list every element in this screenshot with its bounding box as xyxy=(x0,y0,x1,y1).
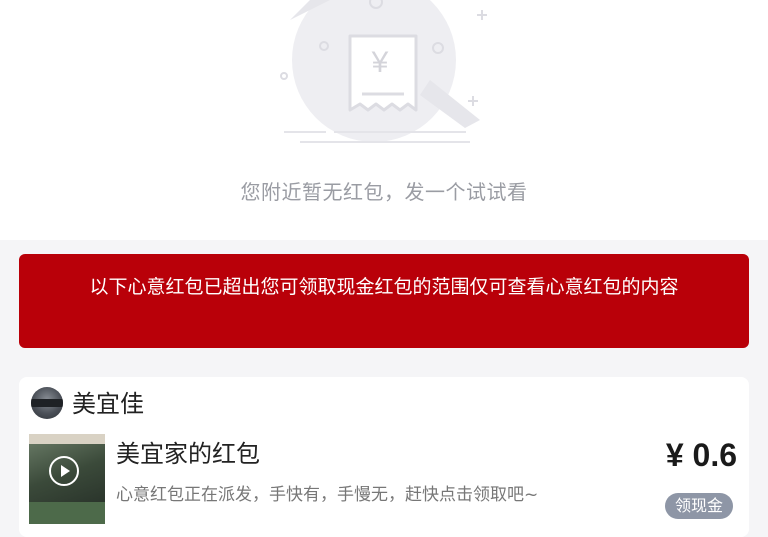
empty-state-message: 您附近暂无红包，发一个试试看 xyxy=(240,180,528,204)
packet-title: 美宜家的红包 xyxy=(116,440,260,468)
packet-amount: ¥ 0.6 xyxy=(665,437,737,473)
shop-avatar xyxy=(31,387,63,419)
packet-description: 心意红包正在派发，手快有，手慢无，赶快点击领取吧~ xyxy=(116,485,539,505)
claim-cash-button[interactable]: 领现金 xyxy=(665,493,733,519)
redpacket-card[interactable]: 美宜佳 美宜家的红包 心意红包正在派发，手快有，手慢无，赶快点击领取吧~ ¥ 0… xyxy=(19,377,749,537)
range-notice-banner: 以下心意红包已超出您可领取现金红包的范围仅可查看心意红包的内容 xyxy=(19,254,749,348)
range-notice-text: 以下心意红包已超出您可领取现金红包的范围仅可查看心意红包的内容 xyxy=(89,276,679,298)
shop-name: 美宜佳 xyxy=(72,390,144,418)
empty-redpacket-illustration xyxy=(280,0,487,143)
video-thumbnail[interactable] xyxy=(29,434,105,524)
play-icon[interactable] xyxy=(49,456,79,486)
yen-icon: ¥ xyxy=(371,46,389,79)
